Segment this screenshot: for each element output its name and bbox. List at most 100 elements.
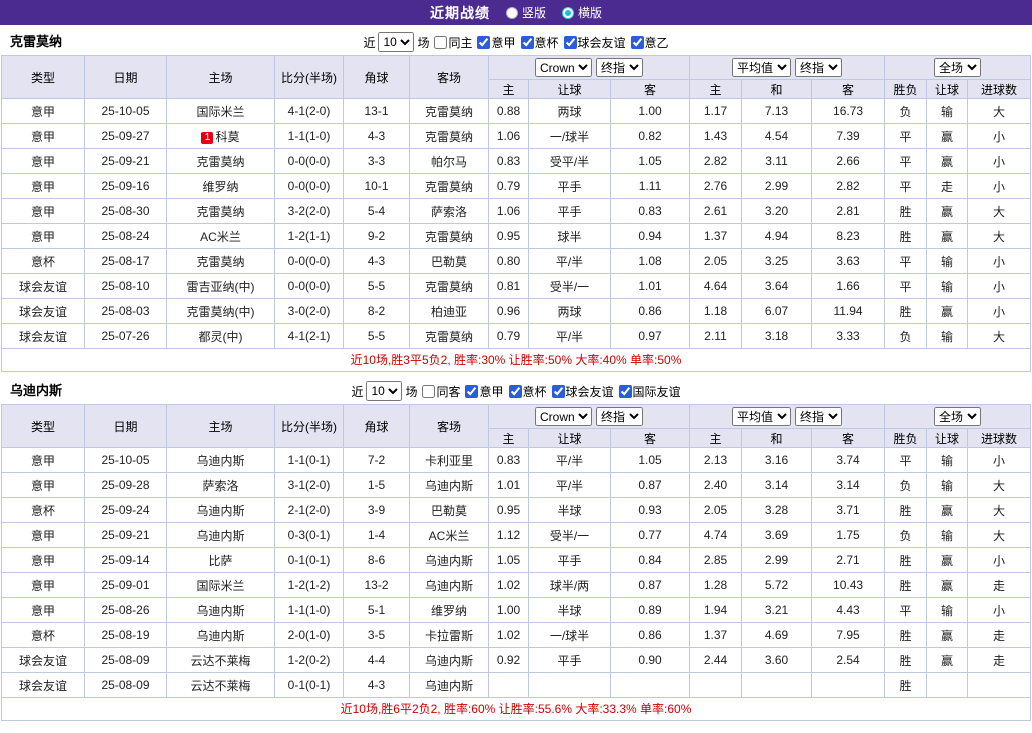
league-filter-checkbox-input[interactable] (563, 35, 577, 49)
away-team-cell[interactable]: 乌迪内斯 (409, 572, 489, 598)
odds-source-select[interactable]: Crown (535, 407, 593, 426)
score-cell[interactable]: 1-1(1-0) (274, 597, 344, 623)
away-team-cell[interactable]: 乌迪内斯 (409, 547, 489, 573)
league-filter-checkbox[interactable]: 意乙 (626, 34, 669, 51)
away-team-cell[interactable]: 卡利亚里 (409, 447, 489, 473)
away-team-cell[interactable]: 乌迪内斯 (409, 472, 489, 498)
score-cell[interactable]: 1-2(1-2) (274, 572, 344, 598)
home-team-cell[interactable]: 国际米兰 (166, 98, 275, 124)
home-team-cell[interactable]: 都灵(中) (166, 323, 275, 349)
away-team-cell[interactable]: 柏迪亚 (409, 298, 489, 324)
away-team-cell[interactable]: 萨索洛 (409, 198, 489, 224)
score-cell[interactable]: 0-1(0-1) (274, 672, 344, 698)
league-filter-checkbox-input[interactable] (551, 384, 565, 398)
score-cell[interactable]: 3-2(2-0) (274, 198, 344, 224)
result-cell: 负 (884, 98, 928, 124)
avg-point-select[interactable]: 终指 (795, 407, 843, 426)
score-cell[interactable]: 3-1(2-0) (274, 472, 344, 498)
score-cell[interactable]: 1-1(0-1) (274, 447, 344, 473)
avg-draw-odds-cell: 3.11 (741, 148, 813, 174)
away-team-cell[interactable]: 乌迪内斯 (409, 672, 489, 698)
home-team-cell[interactable]: 克雷莫纳 (166, 248, 275, 274)
odds-point-select[interactable]: 终指 (596, 407, 644, 426)
away-team-cell[interactable]: 巴勒莫 (409, 248, 489, 274)
league-filter-checkbox[interactable]: 意杯 (516, 34, 559, 51)
league-filter-checkbox[interactable]: 同客 (417, 383, 460, 400)
away-team-cell[interactable]: 维罗纳 (409, 597, 489, 623)
score-cell[interactable]: 3-0(2-0) (274, 298, 344, 324)
match-row: 意甲 25-09-27 1 科莫 1-1(1-0) 4-3 克雷莫纳 1.06 一/球半 0.82… (1, 123, 1032, 149)
home-team-cell[interactable]: 云达不莱梅 (166, 672, 275, 698)
score-cell[interactable]: 0-0(0-0) (274, 248, 344, 274)
league-filter-checkbox[interactable]: 意杯 (504, 383, 547, 400)
recent-count-select[interactable]: 10 (366, 381, 403, 401)
home-team-cell[interactable]: 国际米兰 (166, 572, 275, 598)
league-filter-checkbox[interactable]: 同主 (429, 34, 472, 51)
away-team-cell[interactable]: 乌迪内斯 (409, 647, 489, 673)
score-cell[interactable]: 0-0(0-0) (274, 148, 344, 174)
odds-point-select[interactable]: 终指 (596, 58, 644, 77)
league-filter-checkbox-input[interactable] (477, 35, 491, 49)
home-team-cell[interactable]: AC米兰 (166, 223, 275, 249)
home-team-cell[interactable]: 比萨 (166, 547, 275, 573)
home-team-cell[interactable]: 乌迪内斯 (166, 497, 275, 523)
score-cell[interactable]: 0-0(0-0) (274, 273, 344, 299)
away-team-cell[interactable]: AC米兰 (409, 522, 489, 548)
home-team-cell[interactable]: 萨索洛 (166, 472, 275, 498)
league-filter-checkbox-input[interactable] (508, 384, 522, 398)
home-team-cell[interactable]: 云达不莱梅 (166, 647, 275, 673)
away-team-cell[interactable]: 帕尔马 (409, 148, 489, 174)
team-sections-container: 克雷莫纳近 10 场同主 意甲 意杯 球会友谊 意乙 类型 日期 主场 比分(半场) 角球 客场 Crow… (0, 29, 1032, 721)
away-team-cell[interactable]: 克雷莫纳 (409, 223, 489, 249)
score-cell[interactable]: 1-2(0-2) (274, 647, 344, 673)
corner-cell: 1-5 (343, 472, 410, 498)
league-filter-checkbox[interactable]: 球会友谊 (559, 34, 626, 51)
league-filter-checkbox-input[interactable] (630, 35, 644, 49)
handicap-line-cell: 受半/一 (528, 522, 611, 548)
avg-point-select[interactable]: 终指 (795, 58, 843, 77)
away-team-cell[interactable]: 克雷莫纳 (409, 173, 489, 199)
home-team-cell[interactable]: 克雷莫纳 (166, 148, 275, 174)
home-team-cell[interactable]: 维罗纳 (166, 173, 275, 199)
home-team-cell[interactable]: 乌迪内斯 (166, 597, 275, 623)
league-filter-checkbox-input[interactable] (520, 35, 534, 49)
layout-radio-vertical[interactable]: 竖版 (505, 4, 546, 21)
league-filter-checkbox[interactable]: 意甲 (472, 34, 516, 51)
away-team-cell[interactable]: 巴勒莫 (409, 497, 489, 523)
recent-count-select[interactable]: 10 (378, 32, 415, 52)
home-team-cell[interactable]: 1 科莫 (166, 123, 275, 149)
score-cell[interactable]: 4-1(2-0) (274, 98, 344, 124)
league-filter-checkbox-input[interactable] (465, 384, 479, 398)
score-cell[interactable]: 2-1(2-0) (274, 497, 344, 523)
home-team-cell[interactable]: 克雷莫纳(中) (166, 298, 275, 324)
league-filter-checkbox[interactable]: 球会友谊 (547, 383, 614, 400)
league-filter-checkbox[interactable]: 国际友谊 (614, 383, 681, 400)
score-cell[interactable]: 2-0(1-0) (274, 622, 344, 648)
score-cell[interactable]: 0-3(0-1) (274, 522, 344, 548)
score-cell[interactable]: 1-1(1-0) (274, 123, 344, 149)
away-team-cell[interactable]: 克雷莫纳 (409, 98, 489, 124)
league-filter-checkbox[interactable]: 意甲 (460, 383, 504, 400)
avg-source-select[interactable]: 平均值 (732, 407, 792, 426)
score-cell[interactable]: 0-1(0-1) (274, 547, 344, 573)
scope-select[interactable]: 全场 (934, 407, 982, 426)
scope-select[interactable]: 全场 (934, 58, 982, 77)
odds-source-select[interactable]: Crown (535, 58, 593, 77)
home-team-cell[interactable]: 雷吉亚纳(中) (166, 273, 275, 299)
score-cell[interactable]: 1-2(1-1) (274, 223, 344, 249)
away-team-cell[interactable]: 克雷莫纳 (409, 273, 489, 299)
score-cell[interactable]: 4-1(2-1) (274, 323, 344, 349)
home-team-cell[interactable]: 乌迪内斯 (166, 447, 275, 473)
home-team-cell[interactable]: 克雷莫纳 (166, 198, 275, 224)
league-filter-checkbox-input[interactable] (618, 384, 632, 398)
score-cell[interactable]: 0-0(0-0) (274, 173, 344, 199)
away-team-cell[interactable]: 克雷莫纳 (409, 123, 489, 149)
home-team-cell[interactable]: 乌迪内斯 (166, 622, 275, 648)
avg-source-select[interactable]: 平均值 (732, 58, 792, 77)
league-filter-checkbox-input[interactable] (422, 384, 436, 398)
home-team-cell[interactable]: 乌迪内斯 (166, 522, 275, 548)
away-team-cell[interactable]: 卡拉雷斯 (409, 622, 489, 648)
layout-radio-horizontal[interactable]: 横版 (562, 4, 602, 21)
league-filter-checkbox-input[interactable] (434, 35, 448, 49)
away-team-cell[interactable]: 克雷莫纳 (409, 323, 489, 349)
